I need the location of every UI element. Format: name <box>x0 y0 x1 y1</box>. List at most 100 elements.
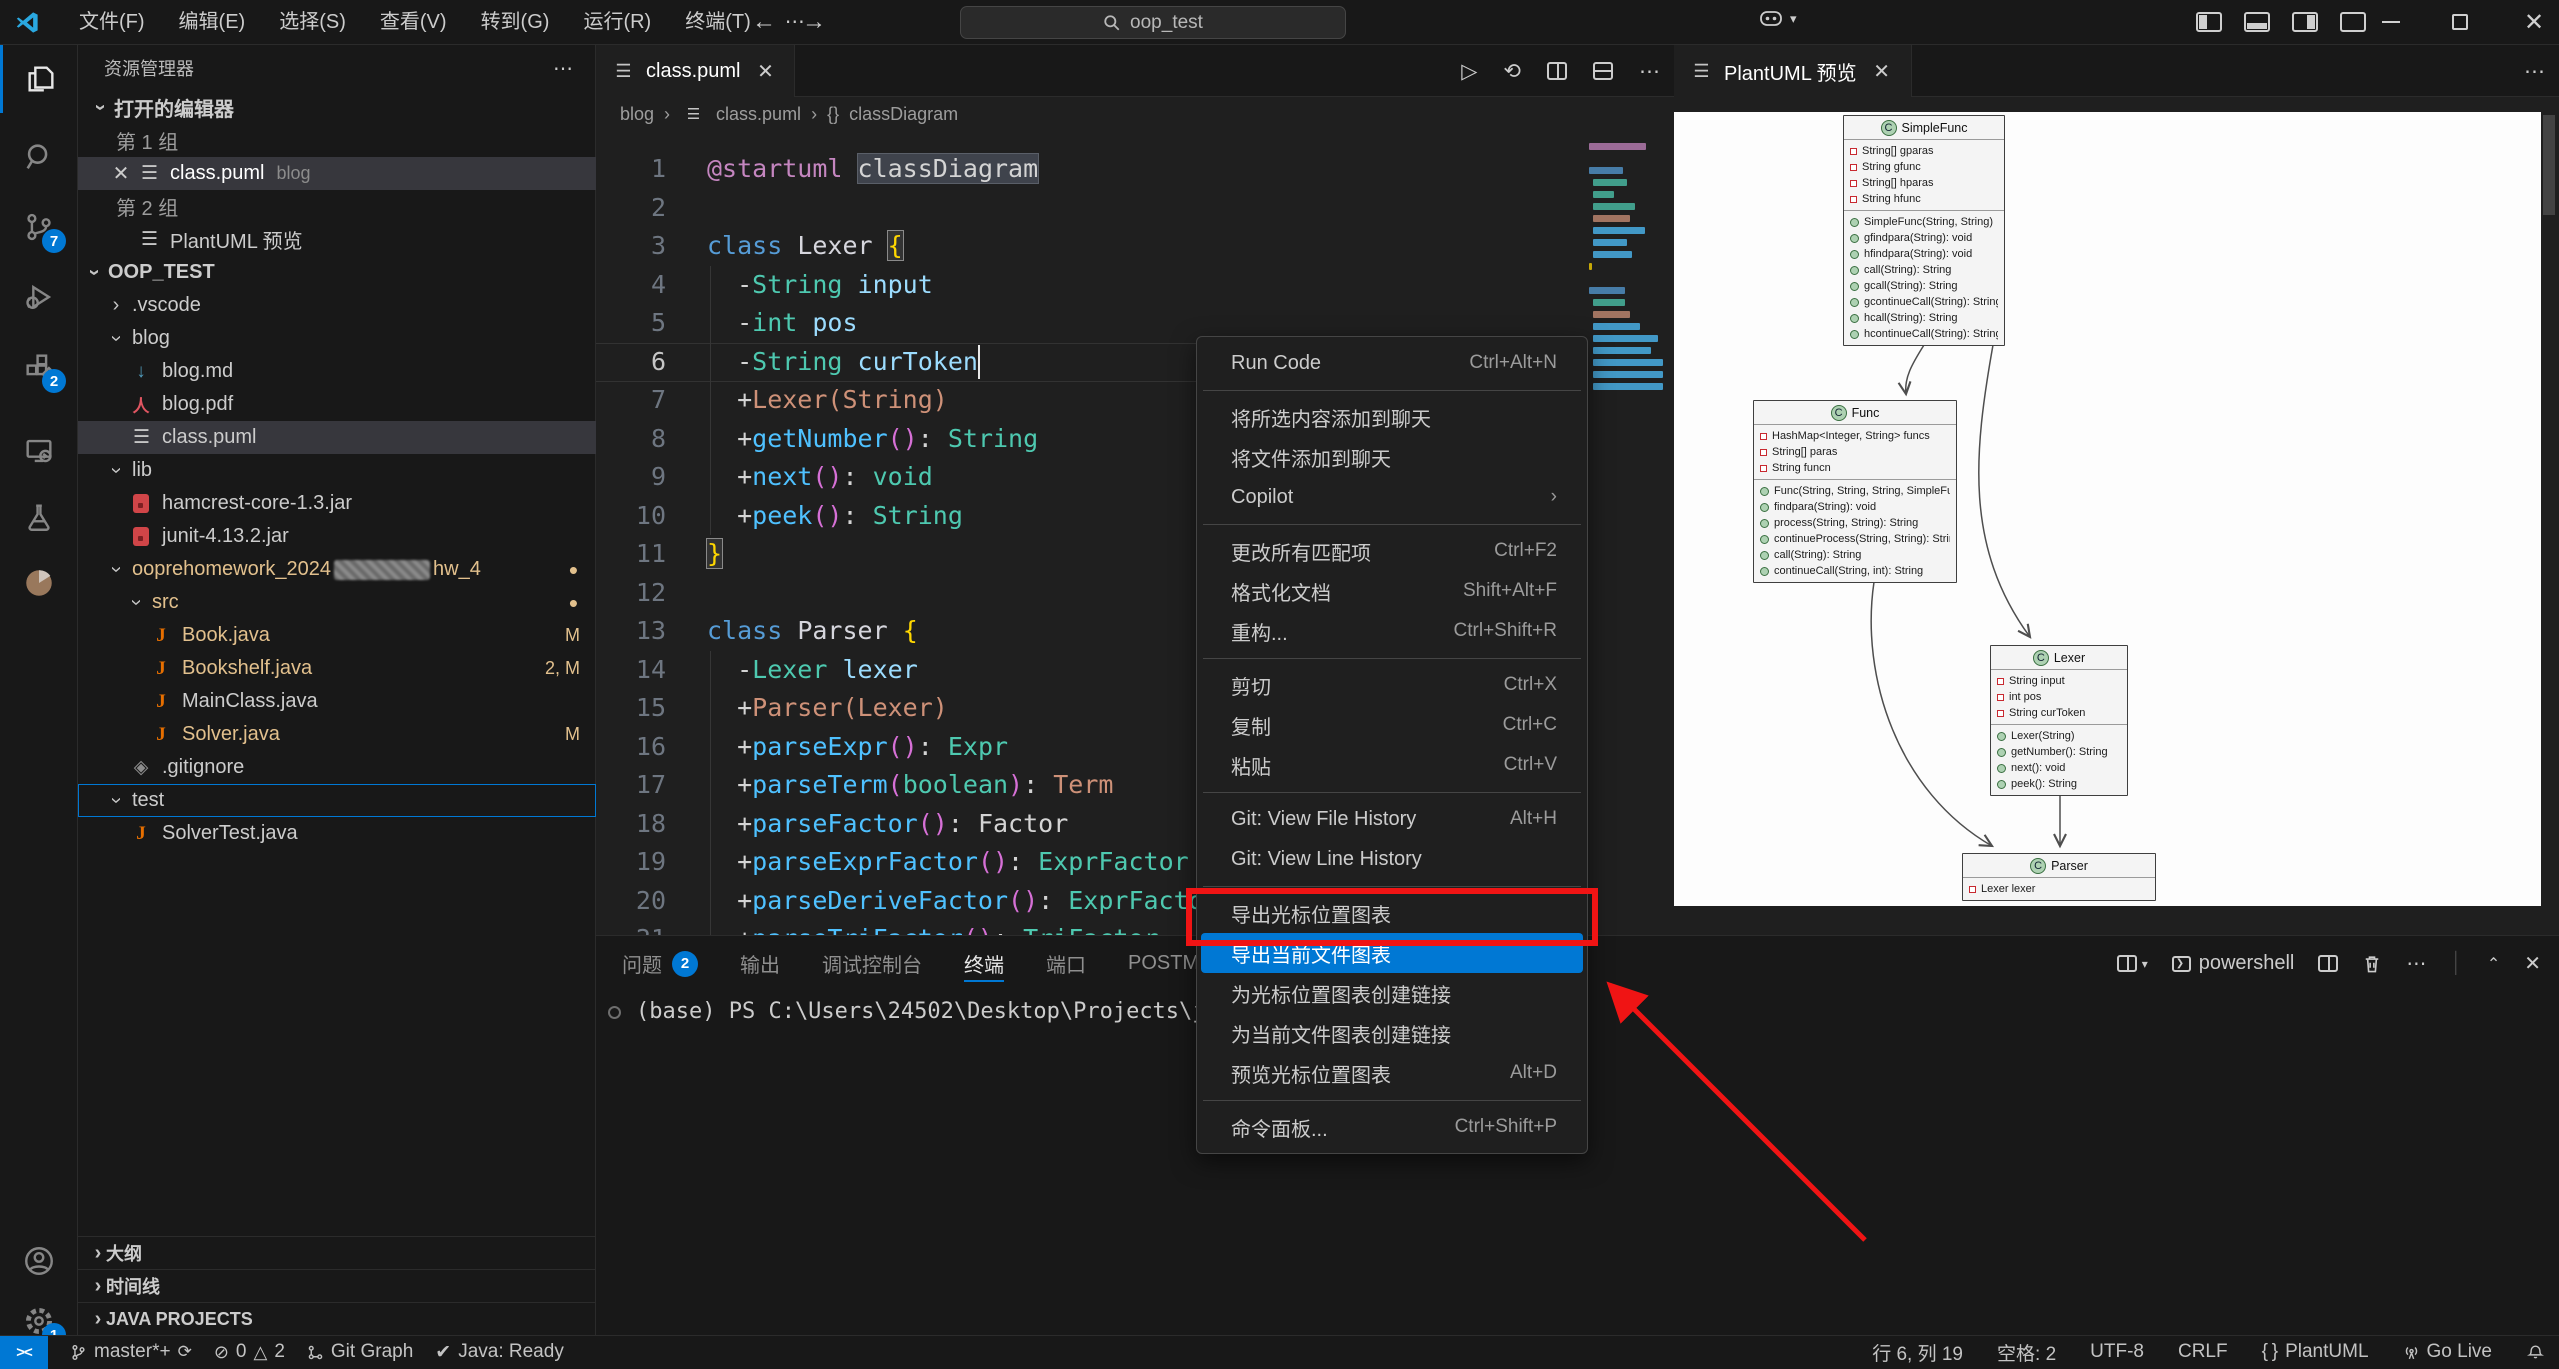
git-graph-status[interactable]: Git Graph <box>307 1341 413 1363</box>
section-时间线[interactable]: ›时间线 <box>78 1269 596 1302</box>
cursor-position-status[interactable]: 行 6, 列 19 <box>1872 1339 1963 1366</box>
breadcrumb-item[interactable]: classDiagram <box>849 104 958 125</box>
split-terminal-icon[interactable] <box>2318 955 2338 972</box>
explorer-icon[interactable] <box>0 45 78 113</box>
language-mode-status[interactable]: { }PlantUML <box>2262 1341 2369 1363</box>
more-actions-icon[interactable]: ⋯ <box>2406 951 2426 976</box>
close-window-button[interactable]: ✕ <box>2524 8 2544 37</box>
bell-icon[interactable] <box>2526 1343 2545 1362</box>
minimap[interactable] <box>1583 131 1663 935</box>
close-tab-icon[interactable]: ✕ <box>750 59 780 84</box>
split-editor-icon[interactable] <box>1547 62 1567 80</box>
panel-tab-端口[interactable]: 端口 <box>1046 936 1086 991</box>
tree-item-MainClass.java[interactable]: JMainClass.java <box>78 685 596 718</box>
java-status[interactable]: ✔ Java: Ready <box>435 1341 564 1364</box>
more-actions-icon[interactable]: ⋯ <box>2524 59 2545 84</box>
encoding-status[interactable]: UTF-8 <box>2090 1341 2144 1363</box>
testing-icon[interactable] <box>0 483 78 551</box>
toggle-secondary-sidebar-button[interactable] <box>2292 12 2318 32</box>
tree-item-blog.pdf[interactable]: 人blog.pdf <box>78 388 596 421</box>
tree-item-.gitignore[interactable]: ◈.gitignore <box>78 751 596 784</box>
tree-item-src[interactable]: ›src• <box>78 586 596 619</box>
panel-tab-问题[interactable]: 问题2 <box>622 936 698 991</box>
menu-item-将所选内容添加到聊天[interactable]: 将所选内容添加到聊天 <box>1201 397 1583 437</box>
breadcrumb-item[interactable]: blog <box>620 104 654 125</box>
tree-item-class.puml[interactable]: ☰class.puml <box>78 421 596 454</box>
open-editor-item[interactable]: ✕☰class.pumlblog <box>78 157 596 190</box>
menu-item-重构...[interactable]: 重构...Ctrl+Shift+R <box>1201 611 1583 651</box>
panel-tab-终端[interactable]: 终端 <box>964 936 1004 991</box>
panel-tab-调试控制台[interactable]: 调试控制台 <box>822 936 922 991</box>
kill-terminal-icon[interactable] <box>2362 954 2382 974</box>
tree-item-Bookshelf.java[interactable]: JBookshelf.java2, M <box>78 652 596 685</box>
remote-explorer-icon[interactable] <box>0 417 78 485</box>
menu-item-Git: View Line History[interactable]: Git: View Line History <box>1201 839 1583 879</box>
command-center-search[interactable]: oop_test <box>960 6 1346 39</box>
back-button[interactable]: ← <box>752 8 776 36</box>
search-view-icon[interactable] <box>0 123 78 191</box>
tree-item-.vscode[interactable]: ›.vscode <box>78 289 596 322</box>
menu-文件(F)[interactable]: 文件(F) <box>62 5 162 40</box>
menu-item-Git: View File History[interactable]: Git: View File HistoryAlt+H <box>1201 799 1583 839</box>
customize-layout-button[interactable] <box>2340 12 2366 32</box>
open-editors-header[interactable]: › 打开的编辑器 <box>92 91 234 124</box>
tree-item-test[interactable]: ›test <box>78 784 596 817</box>
tree-item-ooprehomework_2024[interactable]: ›ooprehomework_2024hw_4• <box>78 553 596 586</box>
problems-status[interactable]: ⊘ 0 △ 2 <box>214 1341 285 1363</box>
menu-运行(R)[interactable]: 运行(R) <box>566 5 668 40</box>
tree-item-blog[interactable]: ›blog <box>78 322 596 355</box>
tab-plantuml-preview[interactable]: ☰ PlantUML 预览 ✕ <box>1674 45 1912 97</box>
menu-item-剪切[interactable]: 剪切Ctrl+X <box>1201 665 1583 705</box>
panel-layout-icon[interactable]: ▾ <box>2117 955 2148 972</box>
menu-item-为当前文件图表创建链接[interactable]: 为当前文件图表创建链接 <box>1201 1013 1583 1053</box>
tree-item-hamcrest-core-1.3.jar[interactable]: hamcrest-core-1.3.jar <box>78 487 596 520</box>
menu-编辑(E)[interactable]: 编辑(E) <box>162 5 263 40</box>
menu-转到(G)[interactable]: 转到(G) <box>464 5 567 40</box>
tree-item-lib[interactable]: ›lib <box>78 454 596 487</box>
source-control-icon[interactable]: 7 <box>0 193 78 261</box>
section-JAVA PROJECTS[interactable]: ›JAVA PROJECTS <box>78 1302 596 1335</box>
breadcrumb[interactable]: blog›☰class.puml›{}classDiagram <box>596 97 1674 131</box>
forward-button[interactable]: → <box>802 8 826 36</box>
close-tab-icon[interactable]: ✕ <box>1867 59 1897 84</box>
editor-layout-icon[interactable] <box>1593 62 1613 80</box>
menu-item-复制[interactable]: 复制Ctrl+C <box>1201 705 1583 745</box>
run-code-button[interactable]: ▷ <box>1461 59 1477 84</box>
terminal-session[interactable]: ❯powershell <box>2172 952 2295 975</box>
copilot-button[interactable]: ▾ <box>1758 8 1797 30</box>
tree-item-junit-4.13.2.jar[interactable]: junit-4.13.2.jar <box>78 520 596 553</box>
extensions-icon[interactable]: 2 <box>0 333 78 401</box>
indentation-status[interactable]: 空格: 2 <box>1997 1339 2056 1366</box>
more-actions-icon[interactable]: ⋯ <box>1639 59 1660 84</box>
tree-item-Book.java[interactable]: JBook.javaM <box>78 619 596 652</box>
menu-item-Run Code[interactable]: Run CodeCtrl+Alt+N <box>1201 343 1583 383</box>
workspace-root-header[interactable]: › OOP_TEST <box>86 256 215 289</box>
breadcrumb-item[interactable]: class.puml <box>716 104 801 125</box>
minimize-button[interactable] <box>2382 21 2400 23</box>
vertical-scrollbar[interactable] <box>2543 115 2555 215</box>
go-live-button[interactable]: Go Live <box>2403 1341 2492 1363</box>
run-debug-icon[interactable] <box>0 263 78 331</box>
open-editor-item[interactable]: ☰PlantUML 预览 <box>78 223 596 256</box>
remote-indicator[interactable]: >< <box>0 1336 48 1369</box>
menu-选择(S)[interactable]: 选择(S) <box>262 5 363 40</box>
tree-item-blog.md[interactable]: ↓blog.md <box>78 355 596 388</box>
menu-item-命令面板...[interactable]: 命令面板...Ctrl+Shift+P <box>1201 1107 1583 1147</box>
tree-item-SolverTest.java[interactable]: JSolverTest.java <box>78 817 596 850</box>
menu-item-Copilot[interactable]: Copilot› <box>1201 477 1583 517</box>
menu-查看(V)[interactable]: 查看(V) <box>363 5 464 40</box>
toggle-sidebar-button[interactable] <box>2196 12 2222 32</box>
panel-tab-输出[interactable]: 输出 <box>740 936 780 991</box>
explorer-more-actions-icon[interactable]: ⋯ <box>553 56 573 81</box>
close-panel-icon[interactable]: ✕ <box>2524 951 2541 976</box>
menu-item-粘贴[interactable]: 粘贴Ctrl+V <box>1201 745 1583 785</box>
postman-icon[interactable] <box>0 549 78 617</box>
menu-item-将文件添加到聊天[interactable]: 将文件添加到聊天 <box>1201 437 1583 477</box>
maximize-panel-icon[interactable]: ⌃ <box>2487 954 2500 974</box>
close-editor-icon[interactable]: ✕ <box>106 161 136 186</box>
menu-item-预览光标位置图表[interactable]: 预览光标位置图表Alt+D <box>1201 1053 1583 1093</box>
section-大纲[interactable]: ›大纲 <box>78 1236 596 1269</box>
accounts-icon[interactable] <box>0 1227 78 1295</box>
tab-class-puml[interactable]: ☰ class.puml ✕ <box>596 45 795 97</box>
menu-item-为光标位置图表创建链接[interactable]: 为光标位置图表创建链接 <box>1201 973 1583 1013</box>
